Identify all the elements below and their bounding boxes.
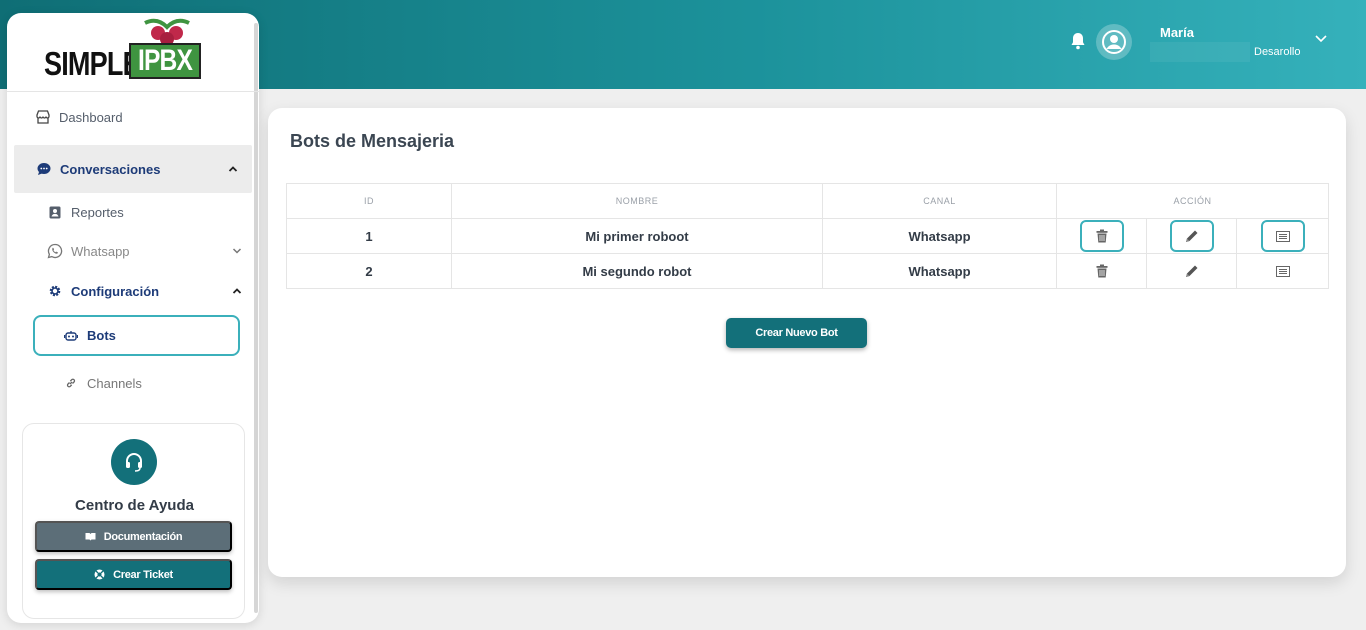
sidebar-item-label: Configuración [71,283,160,299]
trash-icon [1096,264,1107,278]
documentation-label: Documentación [103,530,183,543]
avatar[interactable] [1096,24,1132,60]
cell-canal: Whatsapp [822,218,1057,254]
lifebuoy-icon [94,569,105,580]
help-center-panel: Centro de Ayuda Documentación Crear Tick… [22,423,245,619]
cell-edit [1146,253,1237,289]
bots-card: Bots de Mensajeria ID NOMBRE CANAL ACCIÓ… [268,108,1346,577]
headset-icon [111,439,157,485]
column-header-canal: CANAL [822,183,1057,219]
column-header-accion: ACCIÓN [1055,183,1330,219]
sidebar-item-dashboard[interactable]: Dashboard [35,109,123,125]
sidebar-item-configuracion[interactable]: Configuración [47,283,242,299]
user-icon [1102,30,1126,54]
gear-icon [47,283,63,299]
help-title: Centro de Ayuda [75,497,194,514]
delete-button[interactable] [1080,255,1124,287]
chevron-down-icon[interactable] [1314,34,1328,44]
pencil-icon [1185,230,1197,242]
cell-delete [1056,218,1147,254]
cell-id: 1 [286,218,452,254]
sidebar-item-conversaciones[interactable]: Conversaciones [14,145,252,193]
logo-badge: IPBX [129,43,201,79]
store-icon [35,109,51,125]
user-name-placeholder [1150,42,1250,62]
logo-text-ipbx: IPBX [137,44,193,77]
sidebar-item-label: Dashboard [59,109,123,125]
chevron-down-icon [232,248,242,254]
create-ticket-button[interactable]: Crear Ticket [35,559,232,590]
user-role: Desarollo [1254,46,1301,58]
sidebar-item-label: Bots [87,328,116,343]
bell-icon[interactable] [1070,32,1086,50]
edit-button[interactable] [1170,255,1214,287]
sidebar-item-label: Conversaciones [60,161,161,177]
list-icon [1275,230,1290,242]
create-ticket-label: Crear Ticket [113,568,173,581]
list-icon [1275,265,1290,277]
cell-id: 2 [286,253,452,289]
documentation-button[interactable]: Documentación [35,521,232,552]
robot-icon [63,328,79,344]
details-button[interactable] [1261,255,1305,287]
contact-book-icon [47,204,63,220]
logo-text-simple: SIMPLE [44,45,141,82]
user-name: María [1160,25,1194,40]
delete-button[interactable] [1079,220,1124,252]
cell-view [1235,218,1330,254]
details-button[interactable] [1260,220,1305,252]
cell-delete [1056,253,1147,289]
pencil-icon [1185,265,1197,277]
sidebar-scrollbar[interactable] [254,23,258,613]
chevron-up-icon [232,288,242,294]
page-title: Bots de Mensajeria [290,131,455,151]
cell-nombre: Mi segundo robot [451,253,823,289]
trash-icon [1096,229,1107,243]
sidebar-item-label: Channels [87,375,142,391]
table-row: 1 Mi primer roboot Whatsapp [286,218,1330,254]
cell-view [1235,253,1330,289]
sidebar: SIMPLE IPBX Dashboard Conversaciones Rep… [7,13,259,623]
create-bot-button[interactable]: Crear Nuevo Bot [726,318,867,348]
sidebar-item-label: Whatsapp [71,243,130,259]
sidebar-item-channels[interactable]: Channels [63,375,142,391]
bots-table: ID NOMBRE CANAL ACCIÓN 1 Mi primer roboo… [286,183,1330,289]
edit-button[interactable] [1169,220,1214,252]
column-header-id: ID [286,183,452,219]
sidebar-item-reportes[interactable]: Reportes [47,204,124,220]
table-header-row: ID NOMBRE CANAL ACCIÓN [286,183,1330,219]
table-row: 2 Mi segundo robot Whatsapp [286,253,1330,289]
chat-icon [36,161,52,177]
column-header-nombre: NOMBRE [451,183,823,219]
cell-canal: Whatsapp [822,253,1057,289]
logo[interactable]: SIMPLE IPBX [41,17,211,87]
book-icon [85,532,96,541]
cell-nombre: Mi primer roboot [451,218,823,254]
user-area: María Desarollo [1056,22,1336,62]
chevron-up-icon [228,166,238,172]
sidebar-item-whatsapp[interactable]: Whatsapp [47,243,242,259]
sidebar-item-label: Reportes [71,204,124,220]
cell-edit [1146,218,1237,254]
sidebar-item-bots[interactable]: Bots [33,315,240,356]
whatsapp-icon [47,243,63,259]
sidebar-divider [7,91,259,92]
link-icon [63,375,79,391]
